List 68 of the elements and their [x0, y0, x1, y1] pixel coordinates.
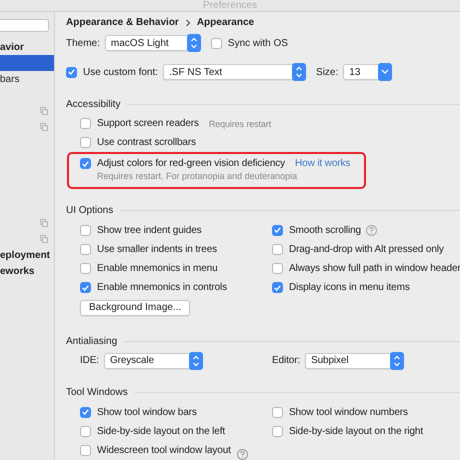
section-title: Accessibility	[66, 98, 120, 110]
window-title: Preferences	[203, 1, 257, 11]
checkbox[interactable]	[80, 137, 91, 148]
checkbox-label: Enable mnemonics in controls	[97, 282, 228, 294]
checkbox-label: Use contrast scrollbars	[97, 137, 196, 148]
breadcrumb-item[interactable]: Appearance	[196, 17, 254, 28]
search-field[interactable]	[0, 19, 49, 32]
checkbox-label: Use custom font:	[83, 66, 158, 78]
theme-label: Theme:	[66, 38, 100, 48]
section-title: Antialiasing	[66, 336, 118, 347]
checkbox-label: Adjust colors for red-green vision deficiency	[97, 158, 286, 170]
checkbox-label: Side-by-side layout on the right	[289, 426, 424, 437]
checkbox[interactable]	[66, 66, 77, 78]
checkbox[interactable]	[272, 263, 283, 274]
checkbox[interactable]	[80, 244, 91, 255]
checkbox-label: Side-by-side layout on the left	[97, 426, 226, 437]
sidebar-item[interactable]: bars	[0, 74, 20, 84]
checkbox-label: Sync with OS	[228, 38, 288, 48]
section-title: UI Options	[66, 205, 114, 216]
checkbox-label: Show tool window bars	[97, 406, 197, 418]
chevron-down-icon	[378, 63, 392, 81]
help-icon[interactable]	[237, 449, 248, 460]
checkbox-label: Support screen readers	[97, 118, 199, 130]
checkbox-label: Enable mnemonics in menu	[97, 263, 218, 274]
up-down-arrows-icon	[188, 352, 203, 370]
checkbox-label: Display icons in menu items	[289, 282, 410, 294]
note-text: Requires restart	[208, 118, 271, 129]
checkbox[interactable]	[80, 426, 91, 437]
checkbox[interactable]	[272, 224, 283, 236]
how-it-works-link[interactable]: How it works	[295, 158, 350, 170]
checkbox[interactable]	[80, 224, 91, 236]
checkbox-label: Show tool window numbers	[289, 406, 408, 418]
font-select[interactable]: .SF NS Text	[163, 64, 306, 80]
checkbox[interactable]	[80, 158, 91, 170]
checkbox-label: Drag-and-drop with Alt pressed only	[289, 244, 444, 255]
size-select[interactable]: 13	[343, 64, 392, 80]
checkbox[interactable]	[272, 406, 283, 418]
checkbox[interactable]	[272, 282, 283, 294]
sidebar-item[interactable]: eworks	[0, 266, 34, 276]
select-label: IDE:	[80, 355, 99, 366]
checkbox-label: Widescreen tool window layout	[97, 444, 231, 456]
checkbox[interactable]	[80, 444, 91, 456]
checkbox[interactable]	[80, 118, 91, 130]
sidebar-item[interactable]: avior	[0, 42, 24, 52]
up-down-arrows-icon	[186, 34, 201, 52]
sidebar-item[interactable]: eployment	[0, 250, 50, 260]
antialiasing-select[interactable]: Greyscale	[104, 352, 203, 369]
antialiasing-select[interactable]: Subpixel	[305, 352, 404, 369]
chevron-right-icon	[184, 18, 191, 26]
up-down-arrows-icon	[390, 352, 404, 370]
section-title: Tool Windows	[66, 387, 128, 398]
checkbox-label: Smooth scrolling	[289, 224, 362, 236]
checkbox-label: Show tree indent guides	[97, 224, 202, 236]
help-icon[interactable]	[366, 224, 378, 236]
checkbox[interactable]	[80, 282, 91, 294]
note-text: Requires restart. For protanopia and deuteranopia	[96, 170, 298, 183]
checkbox[interactable]	[272, 426, 283, 437]
checkbox[interactable]	[210, 38, 222, 48]
select-label: Editor:	[272, 355, 300, 366]
breadcrumb-item[interactable]: Appearance & Behavior	[66, 17, 179, 28]
background-image-button[interactable]: Background Image...	[80, 300, 190, 316]
checkbox[interactable]	[80, 406, 91, 418]
up-down-arrows-icon	[292, 63, 306, 81]
checkbox-label: Use smaller indents in trees	[97, 244, 218, 255]
checkbox[interactable]	[80, 263, 91, 274]
theme-select[interactable]: macOS Light	[104, 35, 201, 51]
checkbox[interactable]	[272, 244, 283, 255]
size-label: Size:	[316, 66, 338, 78]
